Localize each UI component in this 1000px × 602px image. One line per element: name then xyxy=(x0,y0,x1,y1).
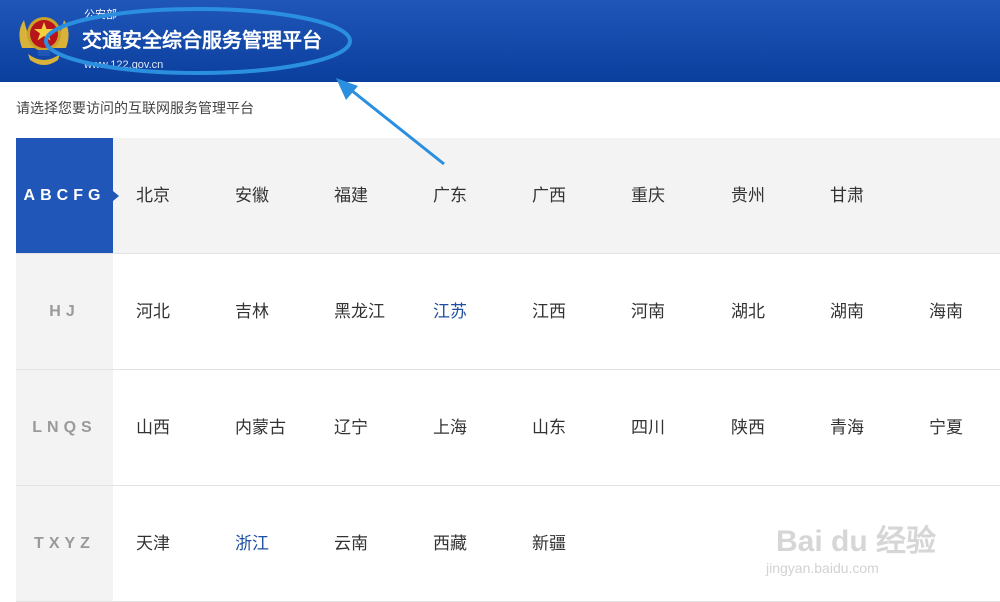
province-link[interactable]: 辽宁 xyxy=(334,417,368,439)
province-link[interactable]: 山西 xyxy=(136,417,170,439)
province-link[interactable]: 贵州 xyxy=(731,185,765,207)
police-emblem-icon[interactable] xyxy=(14,8,74,72)
province-link[interactable]: 黑龙江 xyxy=(334,301,385,323)
province-link[interactable]: 陕西 xyxy=(731,417,765,439)
province-link[interactable]: 江苏 xyxy=(433,301,467,323)
header-bar: 公安部 交通安全综合服务管理平台 www.122.gov.cn xyxy=(0,0,1000,82)
province-link[interactable]: 北京 xyxy=(136,185,170,207)
province-link[interactable]: 重庆 xyxy=(631,185,665,207)
group-label[interactable]: HJ xyxy=(16,254,113,369)
province-link[interactable]: 西藏 xyxy=(433,533,467,555)
select-platform-prompt: 请选择您要访问的互联网服务管理平台 xyxy=(16,101,254,117)
platform-title[interactable]: 交通安全综合服务管理平台 xyxy=(82,27,322,53)
group-label[interactable]: LNQS xyxy=(16,370,113,485)
province-link[interactable]: 云南 xyxy=(334,533,368,555)
province-link[interactable]: 浙江 xyxy=(235,533,269,555)
group-row: HJ 河北 吉林 黑龙江 江苏 江西 河南 湖北 湖南 海南 xyxy=(16,254,1000,370)
province-link[interactable]: 广东 xyxy=(433,185,467,207)
province-link[interactable]: 山东 xyxy=(532,417,566,439)
province-link[interactable]: 四川 xyxy=(631,417,665,439)
province-link[interactable]: 江西 xyxy=(532,301,566,323)
ministry-name: 公安部 xyxy=(84,8,117,21)
province-link[interactable]: 海南 xyxy=(929,301,963,323)
group-row: ABCFG 北京 安徽 福建 广东 广西 重庆 贵州 甘肃 xyxy=(16,138,1000,254)
province-link[interactable]: 河南 xyxy=(631,301,665,323)
group-row: LNQS 山西 内蒙古 辽宁 上海 山东 四川 陕西 青海 宁夏 xyxy=(16,370,1000,486)
province-link[interactable]: 广西 xyxy=(532,185,566,207)
province-link[interactable]: 湖北 xyxy=(731,301,765,323)
province-grid: ABCFG 北京 安徽 福建 广东 广西 重庆 贵州 甘肃 HJ 河北 吉林 黑龙江 江苏 江西 河南 湖北 湖南… xyxy=(16,138,1000,602)
group-label[interactable]: TXYZ xyxy=(16,486,113,601)
province-link[interactable]: 新疆 xyxy=(532,533,566,555)
active-group-arrow-icon xyxy=(113,190,119,201)
province-link[interactable]: 河北 xyxy=(136,301,170,323)
site-url[interactable]: www.122.gov.cn xyxy=(84,58,163,72)
province-link[interactable]: 安徽 xyxy=(235,185,269,207)
group-label[interactable]: ABCFG xyxy=(16,138,113,253)
province-link[interactable]: 内蒙古 xyxy=(235,417,286,439)
group-row: TXYZ 天津 浙江 云南 西藏 新疆 xyxy=(16,486,1000,602)
province-link[interactable]: 上海 xyxy=(433,417,467,439)
province-link[interactable]: 福建 xyxy=(334,185,368,207)
province-link[interactable]: 甘肃 xyxy=(830,185,864,207)
province-link[interactable]: 青海 xyxy=(830,417,864,439)
province-link[interactable]: 宁夏 xyxy=(929,417,963,439)
province-link[interactable]: 天津 xyxy=(136,533,170,555)
province-link[interactable]: 吉林 xyxy=(235,301,269,323)
province-link[interactable]: 湖南 xyxy=(830,301,864,323)
